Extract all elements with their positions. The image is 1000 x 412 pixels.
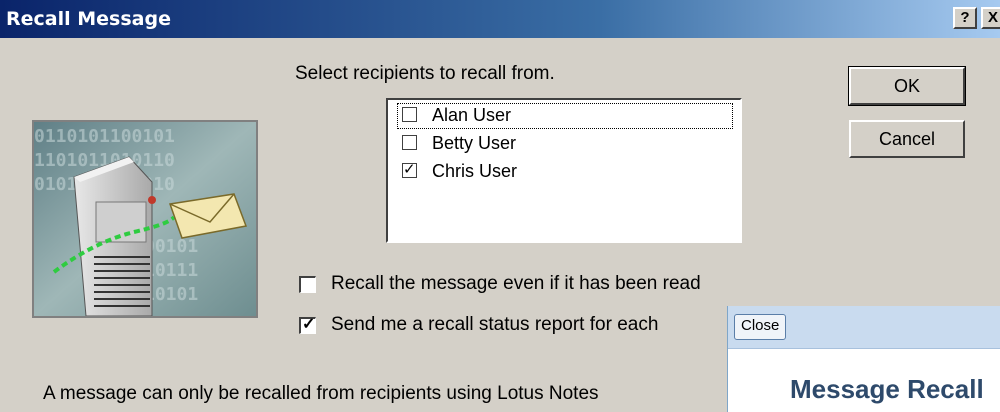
list-item[interactable]: Betty User — [398, 132, 732, 156]
status-report-label: Send me a recall status report for each — [331, 314, 659, 335]
recall-if-read-checkbox[interactable] — [299, 276, 316, 293]
recipients-instruction: Select recipients to recall from. — [295, 63, 555, 84]
recipient-checkbox[interactable] — [402, 160, 417, 178]
recall-if-read-label: Recall the message even if it has been r… — [331, 273, 701, 294]
recipient-checkbox[interactable] — [402, 135, 417, 150]
recipient-checkbox[interactable] — [402, 107, 417, 122]
recipient-name: Alan User — [432, 105, 512, 125]
dialog-title: Recall Message — [6, 8, 171, 30]
list-item[interactable]: Chris User — [398, 160, 732, 184]
help-button[interactable]: ? — [953, 7, 977, 29]
recipient-name: Betty User — [432, 133, 517, 153]
cancel-button[interactable]: Cancel — [849, 120, 965, 158]
ok-button[interactable]: OK — [848, 66, 966, 106]
message-recall-panel: Close Message Recall — [727, 306, 1000, 412]
list-item[interactable]: Alan User — [397, 103, 733, 129]
panel-close-button[interactable]: Close — [734, 314, 787, 340]
panel-title: Message Recall — [790, 374, 984, 404]
title-bar: Recall Message ? X — [0, 0, 1000, 38]
close-window-button[interactable]: X — [981, 7, 1000, 29]
svg-text:0110101100101: 0110101100101 — [34, 126, 175, 147]
panel-toolbar: Close — [728, 306, 1000, 349]
recall-message-dialog: Recall Message ? X 0110101100101 1101011… — [0, 0, 1000, 412]
recall-if-read-option[interactable]: Recall the message even if it has been r… — [299, 273, 799, 297]
recipient-name: Chris User — [432, 161, 518, 181]
status-report-checkbox[interactable] — [299, 314, 316, 334]
status-report-option[interactable]: Send me a recall status report for each — [299, 314, 739, 338]
recipients-list[interactable]: Alan User Betty User Chris User — [386, 98, 742, 243]
footer-note: A message can only be recalled from reci… — [43, 383, 599, 404]
mail-server-illustration: 0110101100101 1101011010110 010100101001… — [32, 120, 258, 318]
mail-server-icon: 0110101100101 1101011010110 010100101001… — [34, 122, 256, 316]
